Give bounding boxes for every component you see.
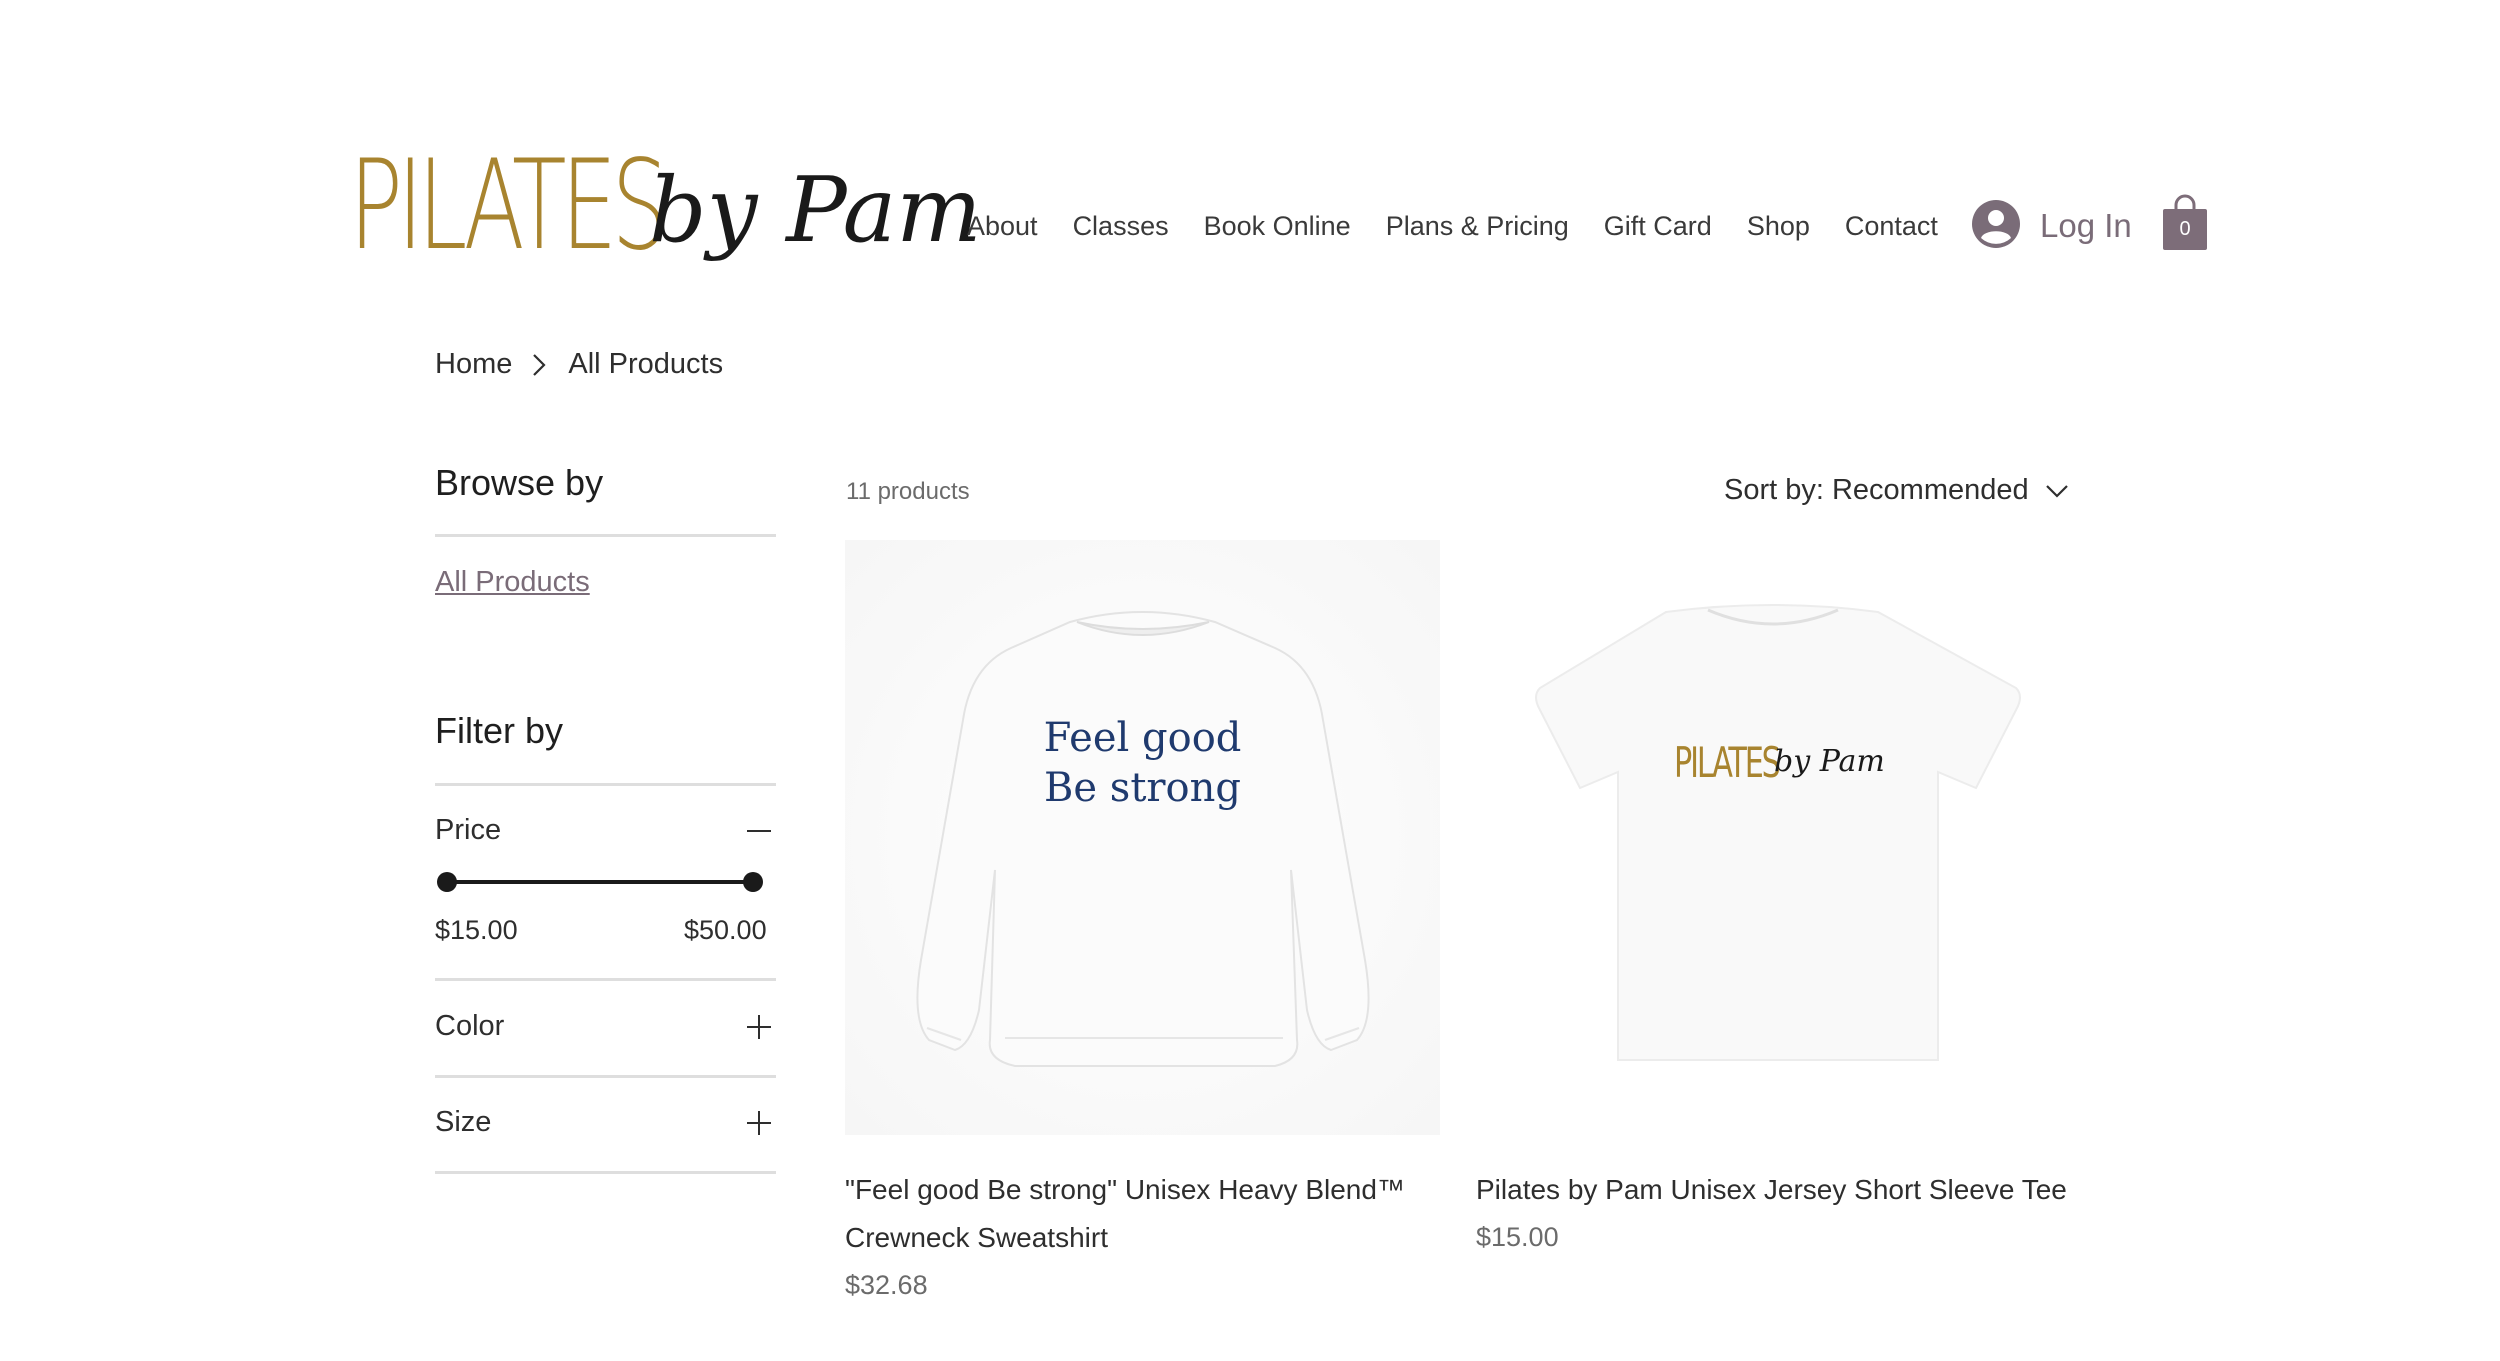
product-price-sweatshirt: $32.68 <box>845 1270 928 1300</box>
logo-wordmark: PILATES <box>349 134 668 278</box>
plus-icon <box>747 1014 771 1039</box>
sweatshirt-print-line1: Feel good <box>1043 715 1242 761</box>
price-min-value: $15.00 <box>435 915 518 945</box>
minus-icon <box>747 819 771 843</box>
slider-track <box>447 880 753 884</box>
size-filter-header[interactable]: Size <box>435 1106 771 1139</box>
product-count: 11 products <box>846 478 970 505</box>
size-filter-label: Size <box>435 1106 492 1138</box>
product-name-line: "Feel good Be strong" Unisex Heavy Blend… <box>845 1174 1405 1205</box>
product-name-sweatshirt[interactable]: "Feel good Be strong" Unisex Heavy Blend… <box>845 1166 1445 1262</box>
site-logo[interactable]: PILATES by Pam <box>349 134 982 300</box>
breadcrumb-current: All Products <box>568 348 724 380</box>
slider-max-handle[interactable] <box>743 872 763 892</box>
price-filter-label: Price <box>435 814 502 846</box>
nav-gift-card[interactable]: Gift Card <box>1604 211 1712 242</box>
product-price-tee: $15.00 <box>1476 1222 1559 1252</box>
nav-book-online[interactable]: Book Online <box>1204 211 1351 242</box>
product-name-tee[interactable]: Pilates by Pam Unisex Jersey Short Sleev… <box>1476 1166 2096 1214</box>
tee-print-logo: PILATES by Pam <box>1674 738 1904 798</box>
breadcrumb-home[interactable]: Home <box>435 348 512 381</box>
chevron-right-icon <box>532 353 546 377</box>
sort-dropdown[interactable]: Sort by: Recommended <box>1724 474 2069 507</box>
divider <box>435 1171 776 1174</box>
nav-about[interactable]: About <box>967 211 1038 242</box>
sweatshirt-image <box>845 540 1440 1135</box>
sort-label: Sort by: Recommended <box>1724 474 2029 506</box>
cart-count: 0 <box>2179 218 2191 240</box>
tee-print-wordmark: PILATES <box>1674 738 1781 787</box>
logo-script: by Pam <box>649 158 982 263</box>
browse-by-title: Browse by <box>435 462 604 503</box>
login-label: Log In <box>2040 207 2132 244</box>
divider <box>435 534 776 537</box>
user-avatar-icon <box>1972 199 2020 253</box>
chevron-down-icon <box>2045 484 2069 498</box>
divider <box>435 1075 776 1078</box>
category-all-products[interactable]: All Products <box>435 566 590 599</box>
product-image-tee[interactable]: PILATES by Pam <box>1476 540 2071 1135</box>
sweatshirt-print-line2: Be strong <box>1044 765 1241 811</box>
price-filter-header[interactable]: Price <box>435 814 771 847</box>
price-max-value: $50.00 <box>684 915 767 945</box>
color-filter-header[interactable]: Color <box>435 1010 771 1043</box>
nav-plans-pricing[interactable]: Plans & Pricing <box>1386 211 1569 242</box>
main-navigation: About Classes Book Online Plans & Pricin… <box>967 208 1973 244</box>
color-filter-label: Color <box>435 1010 505 1042</box>
slider-min-handle[interactable] <box>437 872 457 892</box>
nav-shop[interactable]: Shop <box>1747 211 1810 242</box>
price-range-slider[interactable] <box>437 870 763 894</box>
login-button[interactable]: Log In <box>1972 196 2132 256</box>
cart-button[interactable]: 0 <box>2163 194 2207 250</box>
divider <box>435 978 776 981</box>
tee-print-script: by Pam <box>1774 744 1885 779</box>
divider <box>435 783 776 786</box>
filter-by-title: Filter by <box>435 710 564 751</box>
tee-image <box>1476 540 2071 1135</box>
nav-classes[interactable]: Classes <box>1073 211 1169 242</box>
product-name-line: Crewneck Sweatshirt <box>845 1222 1108 1253</box>
plus-icon <box>747 1110 771 1135</box>
product-image-sweatshirt[interactable]: Feel good Be strong <box>845 540 1440 1135</box>
breadcrumb: Home All Products <box>435 348 723 381</box>
nav-contact[interactable]: Contact <box>1845 211 1938 242</box>
